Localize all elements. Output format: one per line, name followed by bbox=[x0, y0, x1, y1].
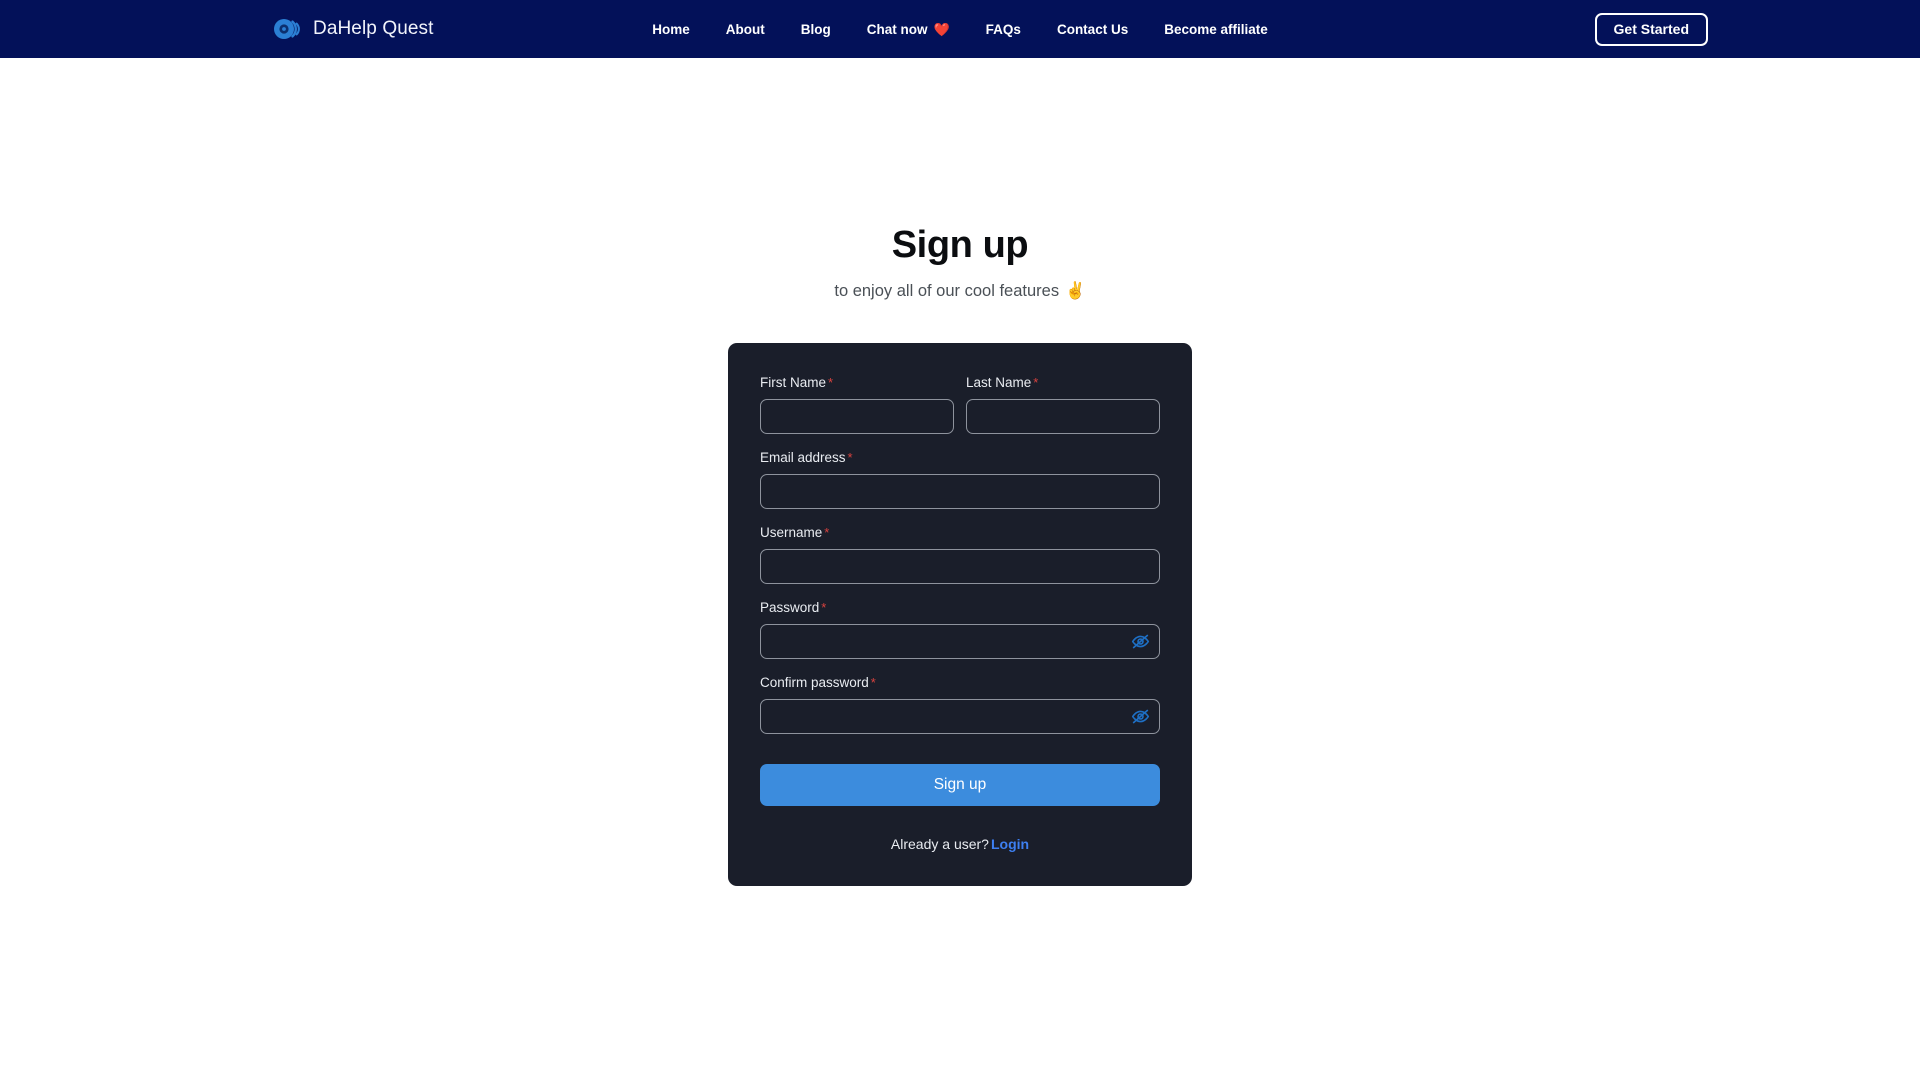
field-label-text: Confirm password bbox=[760, 675, 869, 690]
field-confirm-password: Confirm password * bbox=[760, 675, 1160, 734]
field-last-name: Last Name * bbox=[966, 375, 1160, 434]
page-subtitle-text: to enjoy all of our cool features bbox=[834, 282, 1060, 300]
heart-icon: ❤️ bbox=[933, 21, 950, 37]
field-label-text: First Name bbox=[760, 375, 827, 390]
nav-item-label: About bbox=[725, 21, 765, 37]
nav-item-chat-now[interactable]: Chat now ❤️ bbox=[865, 18, 952, 41]
nav-item-label: Blog bbox=[800, 21, 831, 37]
field-label-text: Email address bbox=[760, 450, 846, 465]
password-input-wrap bbox=[760, 624, 1160, 659]
field-password: Password * bbox=[760, 600, 1160, 659]
confirm-password-input[interactable] bbox=[760, 699, 1160, 734]
nav-item-become-affiliate[interactable]: Become affiliate bbox=[1162, 18, 1270, 41]
last-name-label: Last Name * bbox=[966, 375, 1160, 390]
required-marker: * bbox=[828, 375, 834, 390]
brand-name: DaHelp Quest bbox=[313, 18, 434, 39]
signup-card: First Name* Last Name* Email address* bbox=[728, 343, 1192, 886]
first-name-input[interactable] bbox=[760, 399, 954, 434]
login-link[interactable]: Login bbox=[991, 836, 1029, 852]
brand-logo[interactable]: DaHelp Quest bbox=[272, 14, 434, 44]
required-marker: * bbox=[870, 675, 876, 690]
eye-off-icon[interactable] bbox=[1129, 631, 1151, 653]
page-body: Sign up to enjoy all of our cool feature… bbox=[0, 58, 1920, 1080]
nav-item-contact-us[interactable]: Contact Us bbox=[1055, 18, 1130, 41]
get-started-button[interactable]: Get Started bbox=[1594, 12, 1708, 46]
username-input-wrap bbox=[760, 549, 1160, 584]
field-email-address: Email address * bbox=[760, 450, 1160, 509]
page-title: Sign up bbox=[891, 224, 1029, 266]
victory-hand-icon: ✌️ bbox=[1065, 282, 1086, 300]
password-input[interactable] bbox=[760, 624, 1160, 659]
nav-item-home[interactable]: Home bbox=[650, 18, 692, 41]
nav-item-label: Home bbox=[652, 21, 690, 37]
required-marker: * bbox=[1033, 375, 1039, 390]
password-label: Password * bbox=[760, 600, 1160, 615]
eye-off-icon[interactable] bbox=[1129, 706, 1151, 728]
signup-submit-button[interactable]: Sign up bbox=[760, 764, 1160, 806]
field-username: Username * bbox=[760, 525, 1160, 584]
nav-item-blog[interactable]: Blog bbox=[799, 18, 833, 41]
site-header: DaHelp Quest Home About Blog Chat now ❤️… bbox=[0, 0, 1920, 58]
page-subtitle: to enjoy all of our cool features ✌️ bbox=[834, 282, 1085, 301]
nav-item-label: Contact Us bbox=[1056, 21, 1129, 37]
first-name-input-wrap bbox=[760, 399, 954, 434]
concentric-circle-logo-icon bbox=[272, 14, 302, 44]
card-footer: Already a user? Login bbox=[760, 836, 1160, 852]
nav-item-label: FAQs bbox=[985, 21, 1021, 37]
first-name-label: First Name * bbox=[760, 375, 954, 390]
confirm-password-input-wrap bbox=[760, 699, 1160, 734]
email-input-wrap bbox=[760, 474, 1160, 509]
confirm-password-label: Confirm password * bbox=[760, 675, 1160, 690]
nav-item-label: Become affiliate bbox=[1164, 21, 1268, 37]
required-marker: * bbox=[847, 450, 853, 465]
field-first-name: First Name * bbox=[760, 375, 954, 434]
email-address-label: Email address * bbox=[760, 450, 1160, 465]
field-label-text: Password bbox=[760, 600, 820, 615]
required-marker: * bbox=[824, 525, 830, 540]
nav-item-label: Chat now bbox=[866, 21, 928, 37]
nav-item-faqs[interactable]: FAQs bbox=[984, 18, 1023, 41]
field-label-text: Last Name bbox=[966, 375, 1032, 390]
field-label-text: Username bbox=[760, 525, 823, 540]
name-field-row: First Name * Last Name * bbox=[760, 375, 1160, 450]
last-name-input-wrap bbox=[966, 399, 1160, 434]
nav-item-about[interactable]: About bbox=[724, 18, 767, 41]
username-label: Username * bbox=[760, 525, 1160, 540]
already-user-text: Already a user? bbox=[890, 836, 989, 852]
last-name-input[interactable] bbox=[966, 399, 1160, 434]
username-input[interactable] bbox=[760, 549, 1160, 584]
email-input[interactable] bbox=[760, 474, 1160, 509]
main-navigation: Home About Blog Chat now ❤️ FAQs Contact… bbox=[650, 18, 1270, 41]
required-marker: * bbox=[821, 600, 827, 615]
